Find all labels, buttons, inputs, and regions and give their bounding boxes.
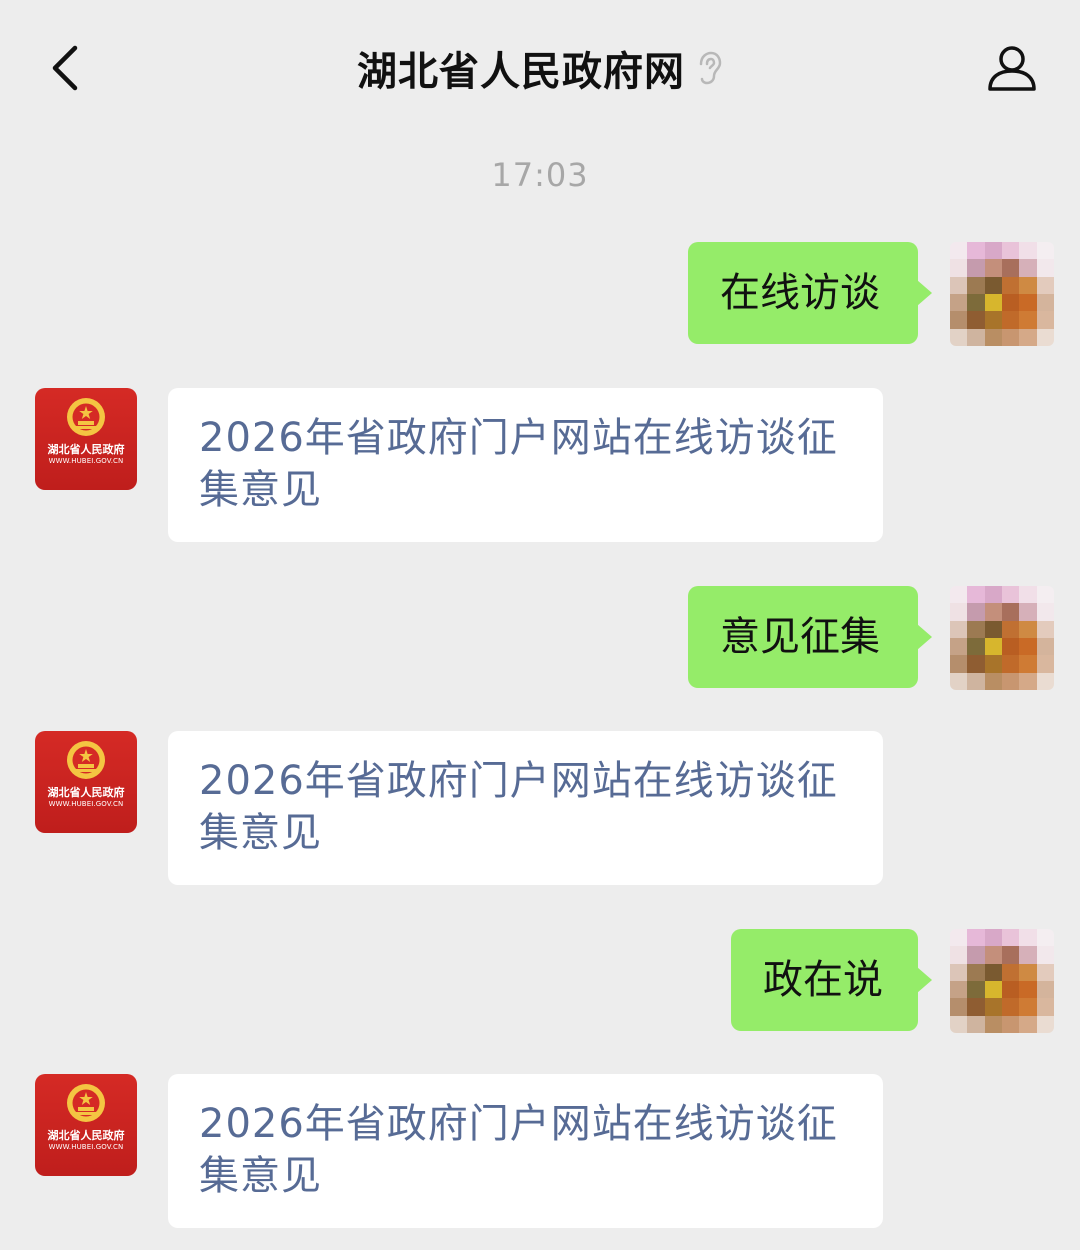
chat-header: 湖北省人民政府网 xyxy=(0,0,1080,130)
gov-avatar[interactable]: 湖北省人民政府 WWW.HUBEI.GOV.CN xyxy=(35,731,137,833)
logo-text: 湖北省人民政府 xyxy=(47,443,125,456)
incoming-link-bubble[interactable]: 2026年省政府门户网站在线访谈征集意见 xyxy=(168,731,883,885)
logo-text: 湖北省人民政府 xyxy=(47,786,125,799)
title-area: 湖北省人民政府网 xyxy=(0,38,1080,98)
gov-avatar[interactable]: 湖北省人民政府 WWW.HUBEI.GOV.CN xyxy=(35,1074,137,1176)
logo-text: 湖北省人民政府 xyxy=(47,1129,125,1142)
incoming-link-bubble[interactable]: 2026年省政府门户网站在线访谈征集意见 xyxy=(168,1074,883,1228)
national-emblem-icon xyxy=(67,398,105,436)
outgoing-message-bubble[interactable]: 政在说 xyxy=(731,929,932,1031)
gov-avatar[interactable]: 湖北省人民政府 WWW.HUBEI.GOV.CN xyxy=(35,388,137,490)
logo-url: WWW.HUBEI.GOV.CN xyxy=(48,1143,124,1151)
user-avatar[interactable] xyxy=(950,929,1054,1033)
outgoing-message-bubble[interactable]: 意见征集 xyxy=(688,586,932,688)
message-timestamp: 17:03 xyxy=(491,156,589,194)
ear-icon xyxy=(699,51,722,85)
logo-url: WWW.HUBEI.GOV.CN xyxy=(48,457,124,465)
national-emblem-icon xyxy=(67,741,105,779)
logo-url: WWW.HUBEI.GOV.CN xyxy=(48,800,124,808)
user-avatar[interactable] xyxy=(950,242,1054,346)
incoming-link-bubble[interactable]: 2026年省政府门户网站在线访谈征集意见 xyxy=(168,388,883,542)
outgoing-message-bubble[interactable]: 在线访谈 xyxy=(688,242,932,344)
profile-button[interactable] xyxy=(980,36,1044,100)
user-avatar[interactable] xyxy=(950,586,1054,690)
person-icon xyxy=(988,46,1036,91)
page-title: 湖北省人民政府网 xyxy=(357,49,685,95)
national-emblem-icon xyxy=(67,1084,105,1122)
